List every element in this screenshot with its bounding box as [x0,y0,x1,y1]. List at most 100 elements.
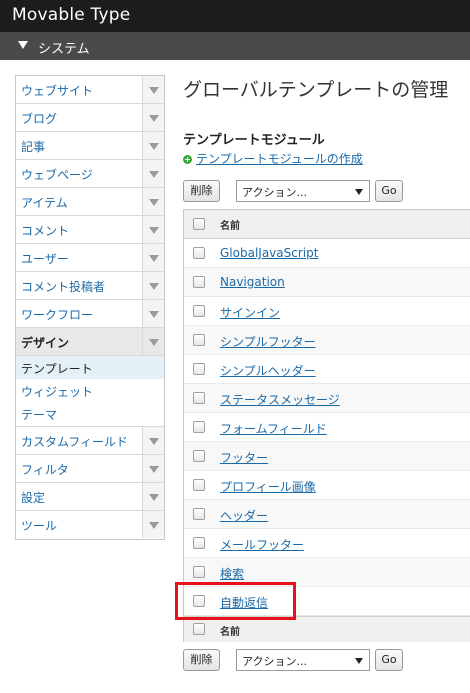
expand-toggle[interactable] [142,328,164,355]
delete-button[interactable]: 削除 [183,649,220,671]
sidebar-item-users[interactable]: ユーザー [16,244,164,272]
create-module-link[interactable]: + テンプレートモジュールの作成 [183,150,363,167]
select-all-checkbox[interactable] [193,218,205,230]
table-row: シンプルフッター [184,326,470,355]
sidebar-subitem-templates[interactable]: テンプレート [16,356,164,379]
chevron-down-icon [149,171,159,178]
template-link[interactable]: シンプルヘッダー [220,362,316,379]
sidebar-item-website[interactable]: ウェブサイト [16,76,164,104]
sidebar-item-assets[interactable]: アイテム [16,188,164,216]
expand-toggle[interactable] [142,76,164,103]
action-select-value: アクション... [242,655,307,668]
plus-icon: + [183,155,192,164]
table-row: GlobalJavaScript [184,239,470,268]
bottom-actions: 削除 アクション... Go [183,649,403,671]
sidebar-item-workflow[interactable]: ワークフロー [16,300,164,328]
sidebar-subitem-themes[interactable]: テーマ [16,402,164,425]
sidebar-item-tools[interactable]: ツール [16,511,164,539]
expand-toggle[interactable] [142,104,164,131]
expand-toggle[interactable] [142,300,164,327]
template-link[interactable]: プロフィール画像 [220,478,316,495]
row-checkbox[interactable] [193,479,205,491]
template-link[interactable]: ステータスメッセージ [220,391,340,408]
row-checkbox[interactable] [193,334,205,346]
table-row: ステータスメッセージ [184,384,470,413]
chevron-down-icon [149,522,159,529]
table-row: サインイン [184,297,470,326]
go-button[interactable]: Go [375,180,403,202]
expand-toggle[interactable] [142,244,164,271]
template-module-table: 名前 GlobalJavaScript Navigation サインイン シンプ… [183,209,470,642]
row-checkbox[interactable] [193,392,205,404]
chevron-down-icon [149,438,159,445]
column-footer-name[interactable]: 名前 [220,623,240,638]
sidebar-item-label: カスタムフィールド [21,435,129,449]
template-link[interactable]: メールフッター [220,536,304,553]
expand-toggle[interactable] [142,188,164,215]
row-checkbox[interactable] [193,363,205,375]
scope-bar[interactable]: システム [0,32,470,60]
row-checkbox[interactable] [193,276,205,288]
row-checkbox[interactable] [193,450,205,462]
column-header-name[interactable]: 名前 [220,217,240,232]
expand-toggle[interactable] [142,483,164,510]
chevron-down-icon [149,311,159,318]
triangle-down-icon[interactable] [18,41,28,49]
chevron-down-icon [149,339,159,346]
expand-toggle[interactable] [142,216,164,243]
expand-toggle[interactable] [142,455,164,482]
sidebar-item-design[interactable]: デザイン [16,328,164,356]
sidebar-subitem-label: テンプレート [21,362,93,376]
expand-toggle[interactable] [142,272,164,299]
sidebar-item-commenters[interactable]: コメント投稿者 [16,272,164,300]
row-checkbox[interactable] [193,421,205,433]
template-link[interactable]: ヘッダー [220,507,268,524]
sidebar-item-pages[interactable]: ウェブページ [16,160,164,188]
top-actions: 削除 アクション... Go [183,180,403,202]
sidebar-item-label: ブログ [21,112,58,126]
row-checkbox[interactable] [193,537,205,549]
row-checkbox[interactable] [193,508,205,520]
action-select[interactable]: アクション... [236,649,370,671]
template-link[interactable]: シンプルフッター [220,333,316,350]
sidebar-item-entries[interactable]: 記事 [16,132,164,160]
chevron-down-icon [149,255,159,262]
row-checkbox[interactable] [193,566,205,578]
sidebar-item-label: 設定 [21,491,46,505]
sidebar-item-custom-fields[interactable]: カスタムフィールド [16,427,164,455]
sidebar-item-filters[interactable]: フィルタ [16,455,164,483]
top-bar: Movable Type [0,0,470,32]
create-module-label: テンプレートモジュールの作成 [196,152,363,166]
sidebar-item-label: コメント [21,224,70,238]
scope-label[interactable]: システム [38,38,90,57]
go-button[interactable]: Go [375,649,403,671]
action-select[interactable]: アクション... [236,180,370,202]
table-row: フォームフィールド [184,413,470,442]
chevron-down-icon [149,283,159,290]
sidebar-item-comments[interactable]: コメント [16,216,164,244]
row-checkbox[interactable] [193,247,205,259]
expand-toggle[interactable] [142,132,164,159]
table-row: メールフッター [184,529,470,558]
table-row: ヘッダー [184,500,470,529]
design-submenu: テンプレート ウィジェット テーマ [16,356,164,427]
chevron-down-icon [149,199,159,206]
sidebar-item-label: ウェブサイト [21,84,94,98]
template-link[interactable]: フォームフィールド [220,420,327,437]
sidebar-item-blog[interactable]: ブログ [16,104,164,132]
expand-toggle[interactable] [142,160,164,187]
template-link[interactable]: Navigation [220,275,285,289]
template-link[interactable]: 検索 [220,565,244,582]
template-link[interactable]: サインイン [220,304,280,321]
template-link[interactable]: フッター [220,449,268,466]
sidebar-item-settings[interactable]: 設定 [16,483,164,511]
row-checkbox[interactable] [193,305,205,317]
select-all-checkbox[interactable] [193,623,205,635]
delete-button[interactable]: 削除 [183,180,220,202]
sidebar-item-label: コメント投稿者 [21,280,106,294]
expand-toggle[interactable] [142,427,164,454]
template-link[interactable]: GlobalJavaScript [220,246,318,260]
expand-toggle[interactable] [142,511,164,538]
app-title[interactable]: Movable Type [12,5,130,25]
sidebar-subitem-widgets[interactable]: ウィジェット [16,379,164,402]
